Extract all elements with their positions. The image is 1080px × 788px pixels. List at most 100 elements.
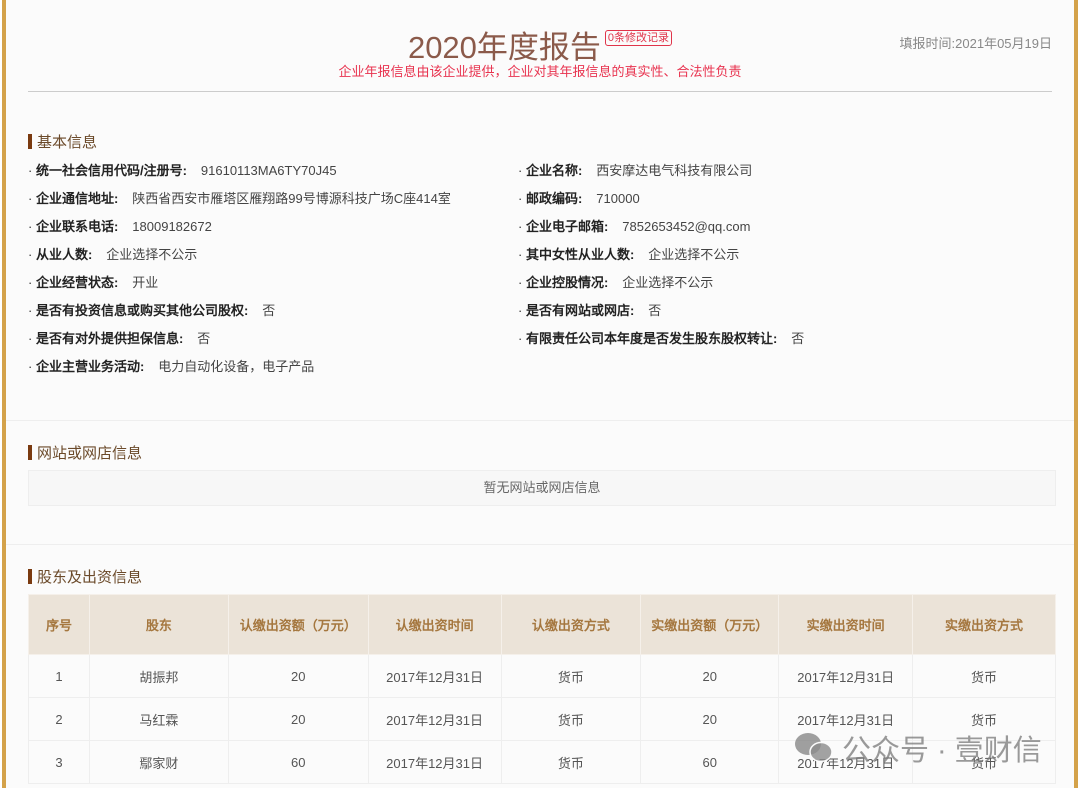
table-cell: 货币 xyxy=(500,740,642,784)
info-field: · 其中女性从业人数: 企业选择不公示 xyxy=(518,244,739,263)
field-value: 7852653452@qq.com xyxy=(622,219,751,234)
section-title: 股东及出资信息 xyxy=(37,569,143,586)
divider xyxy=(6,544,1074,545)
website-empty-state: 暂无网站或网店信息 xyxy=(28,470,1056,506)
field-label: 企业控股情况: xyxy=(525,275,609,290)
bullet: · xyxy=(518,247,526,262)
column-header: 认缴出资时间 xyxy=(367,594,502,655)
section-title: 基本信息 xyxy=(37,134,98,151)
bullet: · xyxy=(28,191,36,206)
field-label: 是否有对外提供担保信息: xyxy=(35,331,184,346)
disclaimer: 企业年报信息由该企业提供，企业对其年报信息的真实性、合法性负责 xyxy=(338,64,742,79)
info-field: · 是否有对外提供担保信息: 否 xyxy=(28,328,210,347)
table-cell: 货币 xyxy=(500,697,642,741)
column-header: 实缴出资额（万元） xyxy=(640,594,780,655)
info-field: · 企业通信地址: 陕西省西安市雁塔区雁翔路99号博源科技广场C座414室 xyxy=(28,188,451,207)
field-label: 企业联系电话: xyxy=(35,219,119,234)
section-marker-icon xyxy=(28,445,32,460)
field-label: 有限责任公司本年度是否发生股东股权转让: xyxy=(525,331,778,346)
field-label: 邮政编码: xyxy=(525,191,583,206)
section-marker-icon xyxy=(28,134,32,149)
info-field: · 企业经营状态: 开业 xyxy=(28,272,158,291)
table-cell: 鄢家财 xyxy=(88,740,229,784)
info-field: · 统一社会信用代码/注册号: 91610113MA6TY70J45 xyxy=(28,160,337,179)
column-header: 认缴出资额（万元） xyxy=(227,594,369,655)
table-cell: 马红霖 xyxy=(88,697,229,741)
column-header: 实缴出资时间 xyxy=(778,594,914,655)
bullet: · xyxy=(518,331,526,346)
bullet: · xyxy=(518,275,526,290)
report-header: 2020年度报告 0条修改记录 企业年报信息由该企业提供，企业对其年报信息的真实性… xyxy=(28,0,1052,92)
watermark-text: 公众号 · 壹财信 xyxy=(842,735,1042,767)
field-label: 企业名称: xyxy=(525,163,583,178)
field-value: 企业选择不公示 xyxy=(648,247,740,262)
field-label: 是否有投资信息或购买其他公司股权: xyxy=(35,303,249,318)
table-cell: 1 xyxy=(28,654,90,698)
field-value: 否 xyxy=(648,303,662,318)
table-cell: 货币 xyxy=(500,654,642,698)
table-cell: 2 xyxy=(28,697,90,741)
info-field: · 从业人数: 企业选择不公示 xyxy=(28,244,197,263)
wechat-icon xyxy=(795,733,833,763)
field-value: 否 xyxy=(262,303,276,318)
info-field: · 有限责任公司本年度是否发生股东股权转让: 否 xyxy=(518,328,804,347)
bullet: · xyxy=(28,219,36,234)
field-value: 91610113MA6TY70J45 xyxy=(200,163,337,178)
table-cell: 20 xyxy=(227,697,369,741)
field-label: 统一社会信用代码/注册号: xyxy=(35,163,187,178)
field-label: 企业经营状态: xyxy=(35,275,119,290)
field-label: 是否有网站或网店: xyxy=(525,303,635,318)
table-cell: 20 xyxy=(640,654,780,698)
field-label: 其中女性从业人数: xyxy=(525,247,635,262)
field-value: 电力自动化设备，电子产品 xyxy=(158,359,315,374)
info-field: · 是否有投资信息或购买其他公司股权: 否 xyxy=(28,300,275,319)
divider xyxy=(6,420,1074,421)
section-website: 网站或网店信息 xyxy=(28,442,142,463)
bullet: · xyxy=(28,275,36,290)
section-marker-icon xyxy=(28,569,32,584)
section-title: 网站或网店信息 xyxy=(37,445,143,462)
info-field: · 是否有网站或网店: 否 xyxy=(518,300,661,319)
section-basic-info: 基本信息 xyxy=(28,131,97,152)
table-cell: 货币 xyxy=(912,654,1056,698)
field-value: 企业选择不公示 xyxy=(622,275,714,290)
field-value: 西安摩达电气科技有限公司 xyxy=(596,163,753,178)
field-value: 企业选择不公示 xyxy=(106,247,198,262)
column-header: 股东 xyxy=(88,594,229,655)
field-value: 否 xyxy=(791,331,805,346)
bullet: · xyxy=(28,331,36,346)
table-cell: 2017年12月31日 xyxy=(367,654,502,698)
annual-report-page: 2020年度报告 0条修改记录 企业年报信息由该企业提供，企业对其年报信息的真实性… xyxy=(2,0,1078,788)
table-cell: 2017年12月31日 xyxy=(367,697,502,741)
bullet: · xyxy=(28,359,36,374)
field-label: 企业电子邮箱: xyxy=(525,219,609,234)
bullet: · xyxy=(28,247,36,262)
bullet: · xyxy=(518,219,526,234)
title-text: 2020年度报告 xyxy=(407,30,601,65)
field-value: 开业 xyxy=(132,275,159,290)
field-label: 企业通信地址: xyxy=(35,191,119,206)
table-cell: 20 xyxy=(227,654,369,698)
info-field: · 邮政编码: 710000 xyxy=(518,188,640,207)
column-header: 序号 xyxy=(28,594,90,655)
watermark: 公众号 · 壹财信 xyxy=(794,727,1042,769)
bullet: · xyxy=(28,303,36,318)
info-field: · 企业电子邮箱: 7852653452@qq.com xyxy=(518,216,750,235)
table-cell: 胡振邦 xyxy=(88,654,229,698)
info-field: · 企业名称: 西安摩达电气科技有限公司 xyxy=(518,160,752,179)
column-header: 认缴出资方式 xyxy=(500,594,642,655)
field-value: 18009182672 xyxy=(132,219,212,234)
bullet: · xyxy=(518,303,526,318)
bullet: · xyxy=(518,191,526,206)
table-cell: 2017年12月31日 xyxy=(778,654,914,698)
info-field: · 企业控股情况: 企业选择不公示 xyxy=(518,272,713,291)
table-cell: 60 xyxy=(227,740,369,784)
info-field: · 企业主营业务活动: 电力自动化设备，电子产品 xyxy=(28,356,314,375)
table-row: 1 胡振邦 20 2017年12月31日 货币 20 2017年12月31日 货币 xyxy=(28,654,1056,698)
field-label: 从业人数: xyxy=(35,247,93,262)
column-header: 实缴出资方式 xyxy=(912,594,1056,655)
field-value: 710000 xyxy=(596,191,640,206)
field-value: 否 xyxy=(197,331,211,346)
modification-record-badge[interactable]: 0条修改记录 xyxy=(604,30,673,46)
bullet: · xyxy=(28,163,36,178)
